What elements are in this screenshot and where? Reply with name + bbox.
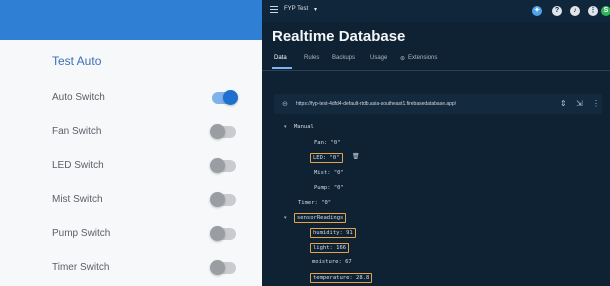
collapse-icon[interactable]: ⇲	[576, 99, 583, 108]
tree-leaf-mist[interactable]: Mist: "0"	[314, 170, 344, 176]
mobile-app-panel: Test Auto Auto Switch Fan Switch LED Swi…	[0, 0, 262, 286]
toggle-knob	[210, 260, 225, 275]
mist-switch-label: Mist Switch	[52, 194, 103, 205]
tree-leaf-pump[interactable]: Pump: "0"	[314, 185, 344, 191]
trash-icon[interactable]: 🗑	[352, 153, 360, 160]
app-title: Test Auto	[52, 54, 102, 68]
tab-extensions[interactable]: Extensions	[408, 55, 437, 61]
apps-icon[interactable]: ⋮	[588, 6, 598, 16]
active-tab-indicator	[272, 67, 292, 69]
mist-switch-row: Mist Switch	[0, 184, 262, 218]
tree-leaf-fan[interactable]: Fan: "0"	[314, 140, 341, 146]
expand-icon[interactable]: ⇕	[560, 99, 567, 108]
tree-leaf-moisture[interactable]: moisture: 67	[312, 259, 352, 265]
auto-switch-label: Auto Switch	[52, 92, 105, 103]
fan-switch-row: Fan Switch	[0, 116, 262, 150]
pump-switch-row: Pump Switch	[0, 218, 262, 252]
tree-leaf-humidity[interactable]: humidity: 91	[310, 228, 356, 238]
pump-switch-label: Pump Switch	[52, 228, 111, 239]
timer-switch-toggle[interactable]	[210, 260, 236, 275]
toggle-knob	[210, 192, 225, 207]
firebase-console-panel: FYP Test ▾ ✦ ? ♪ ⋮ S Realtime Database D…	[262, 0, 610, 286]
fan-switch-toggle[interactable]	[210, 124, 236, 139]
tab-backups[interactable]: Backups	[332, 55, 355, 61]
led-switch-toggle[interactable]	[210, 158, 236, 173]
auto-switch-row: Auto Switch	[0, 82, 262, 116]
mist-switch-toggle[interactable]	[210, 192, 236, 207]
tabs-divider	[262, 70, 610, 71]
toggle-knob	[210, 226, 225, 241]
toggle-knob	[210, 124, 225, 139]
toggle-knob	[223, 90, 238, 105]
bell-icon[interactable]: ♪	[570, 6, 580, 16]
more-icon[interactable]: ⋮	[592, 99, 600, 108]
tab-rules[interactable]: Rules	[304, 55, 319, 61]
tree-leaf-temperature[interactable]: temperature: 28.8	[310, 273, 373, 283]
timer-switch-label: Timer Switch	[52, 262, 110, 273]
database-url[interactable]: https://fyp-test-4dfd4-default-rtdb.asia…	[296, 101, 456, 107]
pump-switch-toggle[interactable]	[210, 226, 236, 241]
database-url-bar: ⊖ https://fyp-test-4dfd4-default-rtdb.as…	[274, 94, 602, 114]
expand-arrow-icon[interactable]: ▾	[284, 215, 287, 221]
app-header-bar	[0, 0, 262, 40]
avatar-icon[interactable]: S	[601, 6, 610, 16]
chevron-down-icon[interactable]: ▾	[314, 6, 317, 13]
fan-switch-label: Fan Switch	[52, 126, 102, 137]
tree-leaf-timer[interactable]: Timer: "0"	[298, 200, 331, 206]
page-title: Realtime Database	[272, 28, 406, 45]
tab-data[interactable]: Data	[274, 55, 287, 61]
auto-switch-toggle[interactable]	[212, 90, 238, 105]
expand-arrow-icon[interactable]: ▾	[284, 124, 287, 130]
tree-node-manual[interactable]: Manual	[294, 124, 314, 130]
timer-switch-row: Timer Switch	[0, 252, 262, 286]
sparkle-icon[interactable]: ✦	[532, 6, 542, 16]
tree-node-sensor-readings[interactable]: sensorReadings	[294, 213, 347, 223]
menu-icon[interactable]	[270, 6, 278, 13]
tree-leaf-led[interactable]: LED: "0"	[310, 153, 343, 163]
link-icon: ⊖	[282, 101, 288, 108]
tab-usage[interactable]: Usage	[370, 55, 387, 61]
help-icon[interactable]: ?	[552, 6, 562, 16]
toggle-knob	[210, 158, 225, 173]
led-switch-label: LED Switch	[52, 160, 104, 171]
project-selector[interactable]: FYP Test	[284, 6, 308, 12]
led-switch-row: LED Switch	[0, 150, 262, 184]
tab-extensions-icon[interactable]: ⊛	[400, 55, 405, 62]
console-topbar: FYP Test ▾ ✦ ? ♪ ⋮ S	[262, 0, 610, 22]
tree-leaf-light[interactable]: light: 166	[310, 243, 350, 253]
